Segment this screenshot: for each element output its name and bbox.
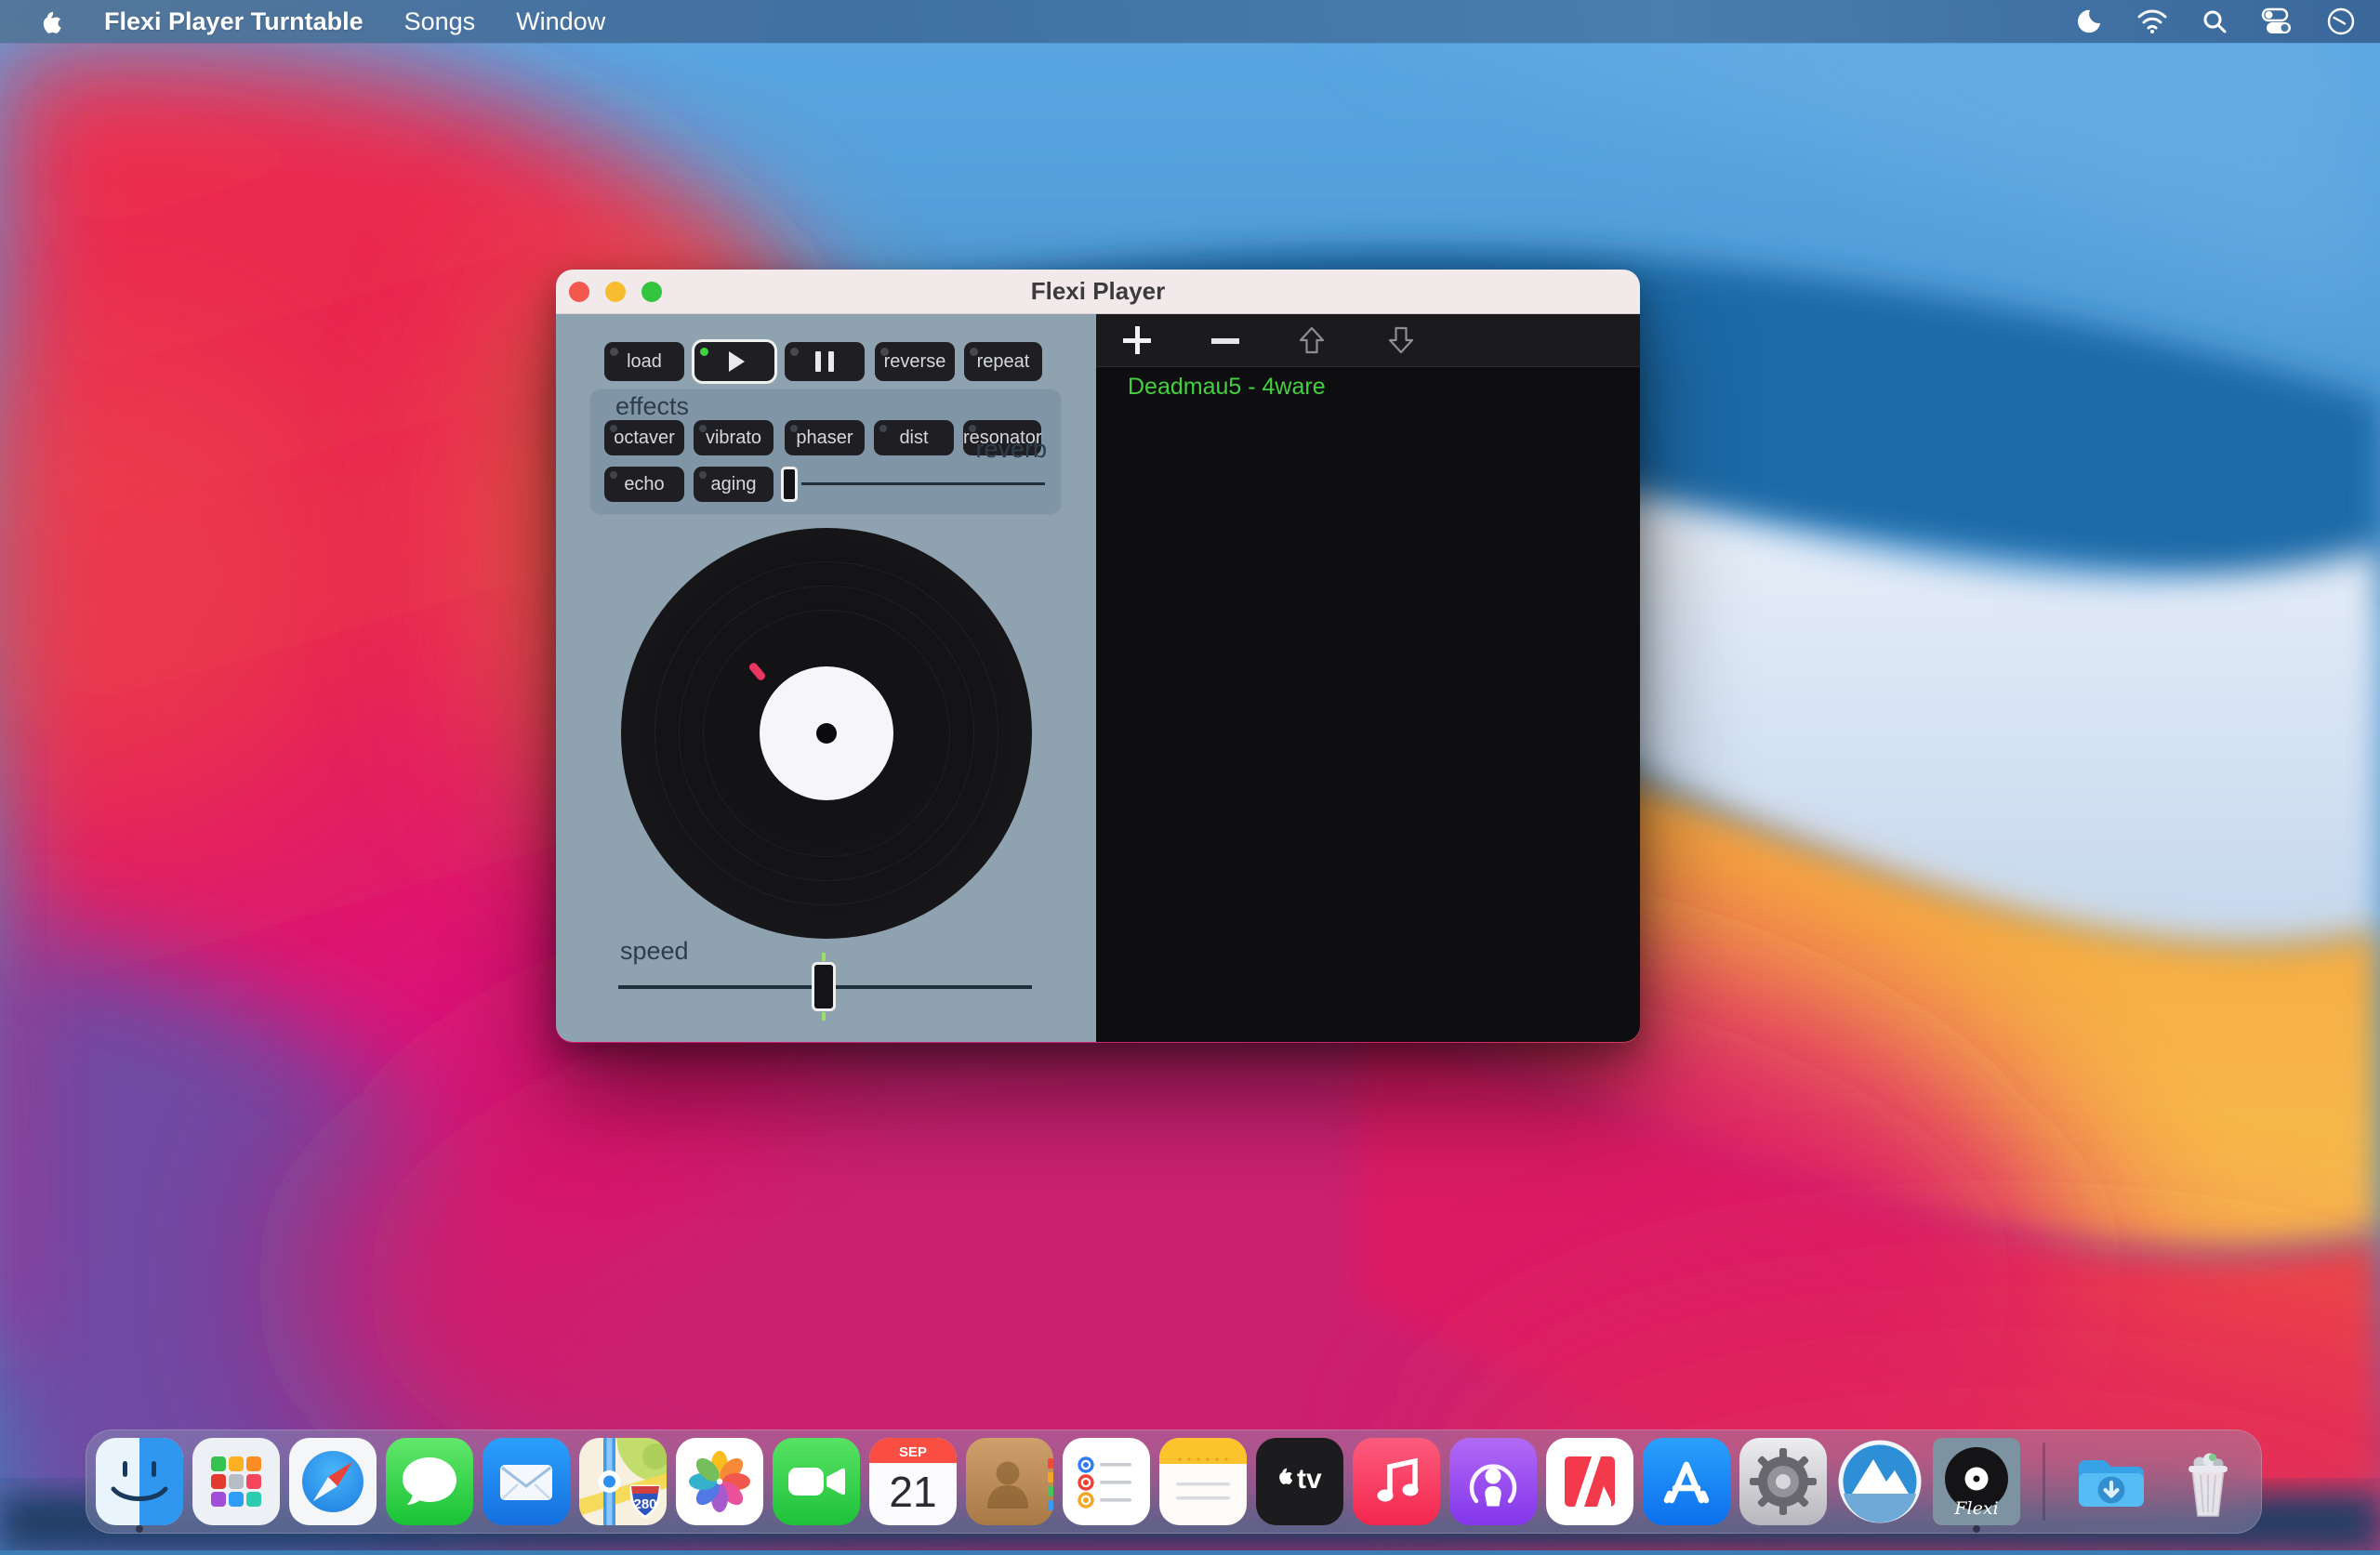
close-button[interactable] xyxy=(569,282,589,302)
menu-songs[interactable]: Songs xyxy=(404,7,476,36)
led-indicator xyxy=(880,348,889,356)
minimize-button[interactable] xyxy=(605,282,626,302)
dock-facetime-icon[interactable] xyxy=(773,1438,860,1525)
dock-messages-icon[interactable] xyxy=(386,1438,473,1525)
dock-podcasts-icon[interactable] xyxy=(1449,1438,1537,1525)
repeat-button[interactable]: repeat xyxy=(964,342,1042,381)
reverb-slider-handle[interactable] xyxy=(781,467,798,502)
dock-separator xyxy=(2043,1443,2045,1521)
speed-slider-handle[interactable] xyxy=(812,962,836,1011)
svg-text:280: 280 xyxy=(633,1496,656,1512)
flexi-player-window: Flexi Player load reverse repeat xyxy=(556,270,1640,1043)
dock-mountain-app-icon[interactable] xyxy=(1836,1438,1924,1525)
dock-trash-icon[interactable] xyxy=(2164,1438,2252,1525)
vibrato-button[interactable]: vibrato xyxy=(694,420,774,455)
menu-app-name[interactable]: Flexi Player Turntable xyxy=(104,7,364,36)
reverse-button[interactable]: reverse xyxy=(875,342,955,381)
phaser-button[interactable]: phaser xyxy=(785,420,865,455)
vinyl-record[interactable] xyxy=(621,528,1032,939)
dock-launchpad-icon[interactable] xyxy=(192,1438,280,1525)
playlist-toolbar xyxy=(1096,314,1640,367)
spotlight-search-icon[interactable] xyxy=(2202,8,2228,34)
window-title: Flexi Player xyxy=(1031,277,1166,306)
dock-app-store-icon[interactable] xyxy=(1643,1438,1730,1525)
do-not-disturb-moon-icon[interactable] xyxy=(2075,7,2103,35)
clock-icon[interactable] xyxy=(2326,7,2356,36)
led-indicator xyxy=(610,348,618,356)
dock-contacts-icon[interactable] xyxy=(966,1438,1053,1525)
pause-button[interactable] xyxy=(785,342,865,381)
play-triangle-icon xyxy=(729,351,745,372)
menu-window[interactable]: Window xyxy=(516,7,605,36)
wifi-icon[interactable] xyxy=(2136,8,2168,34)
led-indicator xyxy=(790,348,799,356)
dock-apple-tv-icon[interactable]: tv xyxy=(1256,1438,1343,1525)
zoom-button[interactable] xyxy=(641,282,662,302)
dock-system-preferences-icon[interactable] xyxy=(1739,1438,1827,1525)
move-down-icon[interactable] xyxy=(1389,326,1413,359)
reverb-label: reverb xyxy=(975,435,1047,464)
aging-button[interactable]: aging xyxy=(694,467,774,502)
dock-downloads-folder-icon[interactable] xyxy=(2068,1438,2155,1525)
dock-music-icon[interactable] xyxy=(1353,1438,1440,1525)
repeat-label: repeat xyxy=(977,351,1030,373)
dock-maps-icon[interactable]: 280 xyxy=(579,1438,667,1525)
dock-finder-icon[interactable] xyxy=(96,1438,183,1525)
dock-safari-icon[interactable] xyxy=(289,1438,377,1525)
dock-photos-icon[interactable] xyxy=(676,1438,763,1525)
svg-text:SEP: SEP xyxy=(899,1444,927,1460)
window-titlebar[interactable]: Flexi Player xyxy=(556,270,1640,314)
playlist-panel: Deadmau5 - 4ware xyxy=(1096,314,1640,1042)
control-center-icon[interactable] xyxy=(2261,7,2293,35)
reverse-label: reverse xyxy=(884,351,946,373)
octaver-button[interactable]: octaver xyxy=(604,420,684,455)
pause-bars-icon xyxy=(815,351,834,372)
playlist-song-item[interactable]: Deadmau5 - 4ware xyxy=(1128,374,1326,401)
dock-notes-icon[interactable] xyxy=(1159,1438,1247,1525)
effects-panel: effects octaver vibrato phaser dist reso… xyxy=(589,389,1062,515)
remove-song-icon[interactable] xyxy=(1211,338,1239,344)
load-label: load xyxy=(627,351,662,373)
dock-news-icon[interactable] xyxy=(1546,1438,1633,1525)
menu-bar: Flexi Player Turntable Songs Window xyxy=(0,0,2380,43)
effects-title: effects xyxy=(615,392,689,421)
move-up-icon[interactable] xyxy=(1300,326,1324,359)
led-indicator xyxy=(700,348,708,356)
speed-label: speed xyxy=(620,937,689,966)
dock-flexi-player-icon[interactable]: Flexi xyxy=(1933,1438,2020,1525)
svg-text:21: 21 xyxy=(889,1468,936,1516)
svg-text:Flexi: Flexi xyxy=(1953,1498,1998,1519)
play-button[interactable] xyxy=(694,342,774,381)
dock: 280 xyxy=(86,1430,2262,1534)
vinyl-spindle-hole xyxy=(816,723,837,744)
led-indicator xyxy=(970,348,978,356)
load-button[interactable]: load xyxy=(604,342,684,381)
turntable-panel: load reverse repeat effects octaver xyxy=(556,314,1096,1042)
dist-button[interactable]: dist xyxy=(874,420,954,455)
apple-menu-icon[interactable] xyxy=(37,7,65,36)
add-song-icon[interactable] xyxy=(1123,326,1151,354)
dock-mail-icon[interactable] xyxy=(483,1438,570,1525)
dock-reminders-icon[interactable] xyxy=(1063,1438,1150,1525)
dock-calendar-icon[interactable]: SEP 21 xyxy=(869,1438,957,1525)
echo-button[interactable]: echo xyxy=(604,467,684,502)
svg-text:tv: tv xyxy=(1297,1464,1322,1495)
reverb-slider-track[interactable] xyxy=(801,482,1045,485)
